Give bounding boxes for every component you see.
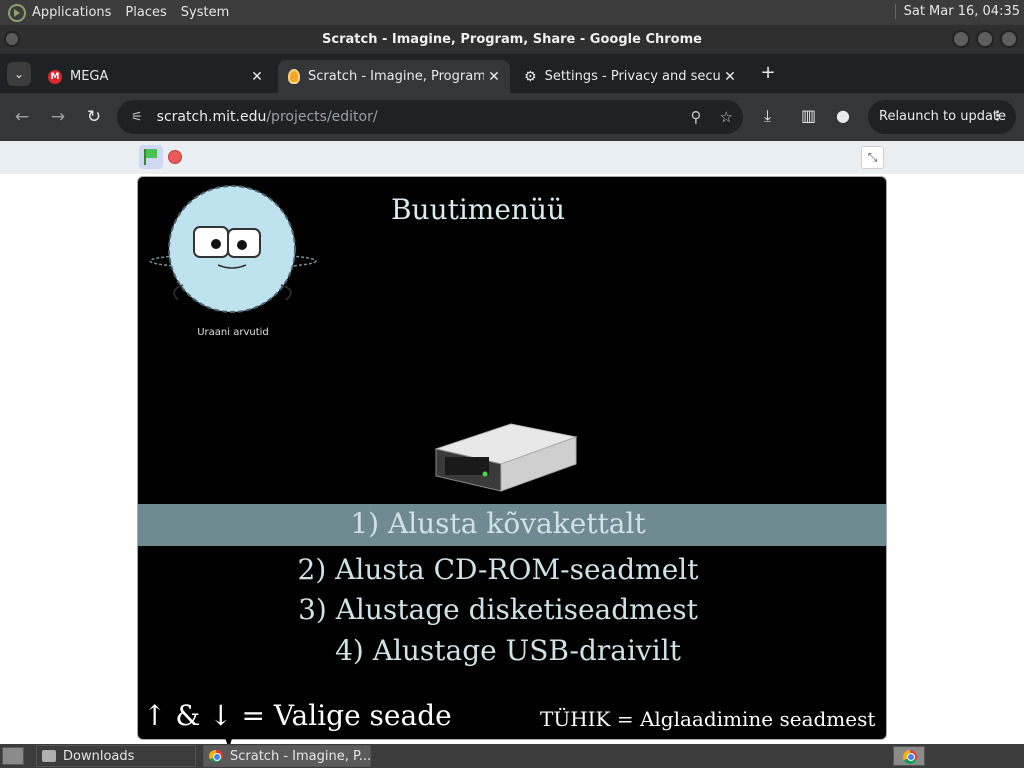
- stop-icon[interactable]: [168, 150, 182, 164]
- tab-scratch[interactable]: Scratch - Imagine, Program, Share ✕: [278, 60, 510, 93]
- close-tab-icon[interactable]: ✕: [247, 69, 267, 85]
- scratch-icon: [288, 69, 300, 84]
- taskbar-item-scratch[interactable]: Scratch - Imagine, P...: [203, 745, 371, 767]
- bookmark-star-icon[interactable]: ☆: [720, 108, 733, 126]
- boot-option-floppy[interactable]: 3) Alustage disketiseadmest: [138, 593, 858, 626]
- exit-fullscreen-icon[interactable]: ⤡: [861, 146, 884, 169]
- boot-option-usb[interactable]: 4) Alustage USB-draivilt: [148, 634, 868, 667]
- scratch-controls-bar: ⤡: [0, 141, 1024, 174]
- reload-icon[interactable]: ↻: [82, 105, 106, 129]
- relaunch-button[interactable]: Relaunch to update ⋮: [868, 100, 1016, 134]
- taskbar-item-downloads[interactable]: Downloads: [36, 745, 196, 767]
- tray-chrome[interactable]: [893, 746, 925, 766]
- forward-arrow-icon[interactable]: →: [46, 105, 70, 129]
- bottom-taskbar: Downloads Scratch - Imagine, P...: [0, 744, 1024, 768]
- window-titlebar[interactable]: Scratch - Imagine, Program, Share - Goog…: [0, 25, 1024, 54]
- tab-strip: ⌄ M MEGA ✕ Scratch - Imagine, Program, S…: [0, 54, 1024, 93]
- boot-option-hard-drive[interactable]: 1) Alusta kõvakettalt: [138, 507, 858, 540]
- places-menu[interactable]: Places: [125, 5, 166, 20]
- tab-search-dropdown-icon[interactable]: ⌄: [7, 62, 31, 86]
- url-host: scratch.mit.edu: [156, 109, 267, 125]
- relaunch-label: Relaunch to update: [879, 109, 1007, 124]
- boot-menu-title: Buutimenüü: [390, 193, 566, 226]
- url-path: /projects/editor/: [266, 109, 378, 125]
- scratch-stage[interactable]: Uraani arvutid Buutimenüü 1) Alusta kõva…: [137, 176, 887, 740]
- window-menu-icon[interactable]: [4, 31, 20, 47]
- close-tab-icon[interactable]: ✕: [720, 69, 740, 85]
- folder-icon: [42, 750, 56, 762]
- chrome-icon: [903, 750, 917, 764]
- gear-icon: ⚙: [524, 68, 537, 85]
- window-title: Scratch - Imagine, Program, Share - Goog…: [322, 32, 702, 47]
- menu-dots-icon[interactable]: ⋮: [991, 100, 1004, 134]
- zoom-search-icon[interactable]: ⚲: [691, 108, 702, 126]
- side-panel-icon[interactable]: ▥: [801, 106, 816, 125]
- window-controls: [952, 30, 1018, 48]
- back-arrow-icon[interactable]: ←: [10, 105, 34, 129]
- mega-icon: M: [48, 69, 62, 84]
- green-flag-icon[interactable]: [139, 145, 163, 169]
- distro-logo-icon[interactable]: [8, 3, 26, 22]
- minimize-button[interactable]: [952, 30, 970, 48]
- clock[interactable]: Sat Mar 16, 04:35: [894, 4, 1020, 19]
- tab-settings[interactable]: ⚙ Settings - Privacy and security ✕: [514, 60, 746, 93]
- chrome-icon: [209, 750, 223, 762]
- tab-mega[interactable]: M MEGA ✕: [40, 60, 273, 93]
- close-tab-icon[interactable]: ✕: [484, 69, 504, 85]
- boot-option-cdrom[interactable]: 2) Alusta CD-ROM-seadmelt: [138, 553, 858, 586]
- system-menu[interactable]: System: [181, 5, 229, 20]
- navigation-hint: ↑ & ↓ = Valige seade: [143, 699, 452, 732]
- show-desktop-icon[interactable]: [2, 747, 24, 765]
- new-tab-button[interactable]: +: [757, 62, 779, 84]
- download-icon[interactable]: ⤓: [764, 106, 771, 126]
- tab-title: MEGA: [70, 69, 109, 84]
- browser-toolbar: ← → ↻ ⚟ scratch.mit.edu/projects/editor/…: [0, 93, 1024, 141]
- taskbar-item-label: Downloads: [63, 749, 135, 764]
- maximize-button[interactable]: [976, 30, 994, 48]
- boot-hint: TÜHIK = Alglaadimine seadmest: [540, 707, 876, 731]
- address-bar[interactable]: ⚟ scratch.mit.edu/projects/editor/ ⚲ ☆: [117, 100, 743, 134]
- omnibox-actions: ⚲ ☆: [691, 108, 733, 126]
- site-info-icon[interactable]: ⚟: [131, 110, 143, 125]
- tab-title: Settings - Privacy and security: [544, 69, 720, 84]
- hard-drive-icon: [434, 423, 578, 492]
- taskbar-item-label: Scratch - Imagine, P...: [230, 749, 371, 764]
- applications-menu[interactable]: Applications: [32, 5, 111, 20]
- tab-title: Scratch - Imagine, Program, Share: [308, 69, 484, 84]
- profile-icon[interactable]: ●: [836, 106, 850, 125]
- mascot-caption: Uraani arvutid: [197, 327, 269, 338]
- top-panel: Applications Places System Sat Mar 16, 0…: [0, 0, 1024, 25]
- close-window-button[interactable]: [1000, 30, 1018, 48]
